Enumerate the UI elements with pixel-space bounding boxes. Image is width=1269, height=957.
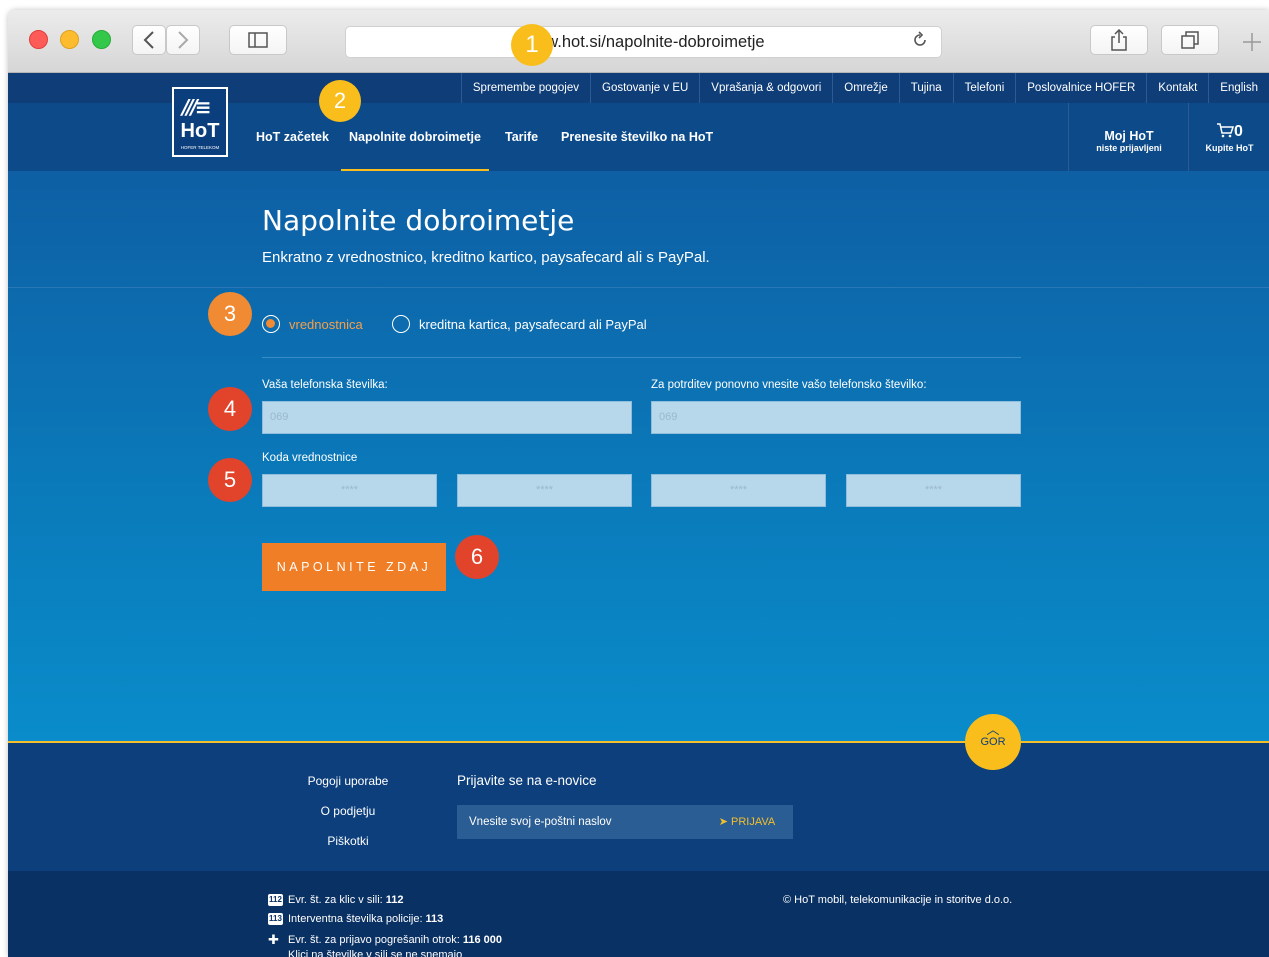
footer-link-about[interactable]: O podjetju [298,804,398,818]
send-icon: ➤ [718,816,732,828]
utility-link-english[interactable]: English [1208,73,1269,103]
utility-link[interactable]: Gostovanje v EU [590,73,699,103]
radio-unselected-icon [392,315,410,333]
tabs-button[interactable] [1161,25,1219,55]
utility-link[interactable]: Telefoni [952,73,1016,103]
footer-bottom: 112 Evr. št. za klic v sili: 112 113 Inte… [8,871,1269,957]
cart-button[interactable]: 0 Kupite HoT [1188,103,1269,171]
sidebar-icon [248,32,268,48]
newsletter-email-input[interactable]: Vnesite svoj e-poštni naslov [457,805,701,839]
chevron-right-icon [178,31,189,49]
utility-link[interactable]: Spremembe pogojev [460,73,590,103]
newsletter-button-label: PRIJAVA [731,816,776,828]
radio-voucher[interactable]: vrednostnica [262,313,363,335]
newsletter-title: Prijavite se na e-novice [457,773,597,788]
minimize-window-button[interactable] [60,30,79,49]
footer-links-section: Pogoji uporabe O podjetju Piškotki Prija… [8,741,1269,871]
footer-link-cookies[interactable]: Piškotki [298,834,398,848]
missing-children-line: ✚ Evr. št. za prijavo pogrešanih otrok: 1… [268,932,502,948]
phone-label: Vaša telefonska številka: [262,379,388,391]
browser-window: www.hot.si/napolnite-dobroimetje Spremem… [8,10,1269,957]
main-content: Napolnite dobroimetje Enkratno z vrednos… [8,171,1269,741]
utility-link[interactable]: Omrežje [832,73,898,103]
utility-link[interactable]: Poslovalnice HOFER [1015,73,1146,103]
cart-icon: 0 [1189,123,1269,141]
police-113-icon: 113 [268,913,283,925]
zoom-window-button[interactable] [92,30,111,49]
reload-icon[interactable] [911,31,929,54]
voucher-code-input-1[interactable]: **** [262,474,437,507]
sidebar-button[interactable] [229,25,287,55]
back-button[interactable] [132,25,166,55]
cart-count: 0 [1234,123,1243,140]
radio-selected-icon [262,315,280,333]
plus-icon[interactable] [1241,30,1269,70]
utility-link[interactable]: Vprašanja & odgovori [699,73,832,103]
emergency-line: 112 Evr. št. za klic v sili: 112 [268,894,404,906]
utility-link[interactable]: Tujina [898,73,953,103]
puzzle-icon: ✚ [268,932,279,947]
nav-item-port-number[interactable]: Prenesite številko na HoT [561,103,713,171]
voucher-code-label: Koda vrednostnice [262,452,358,464]
page-subtitle: Enkratno z vrednostnico, kreditno kartic… [262,249,710,266]
tabs-icon [1181,31,1199,49]
radio-voucher-label: vrednostnica [289,316,363,332]
annotation-badge: 3 [208,292,252,336]
utility-links: Spremembe pogojev Gostovanje v EU Vpraša… [460,73,1269,103]
footer-link-terms[interactable]: Pogoji uporabe [298,774,398,788]
logo-text: HoT [180,120,220,142]
confirm-phone-input[interactable]: 069 [651,401,1021,434]
divider [262,357,1021,358]
close-window-button[interactable] [29,30,48,49]
top-up-submit-button[interactable]: NAPOLNITE ZDAJ [262,543,446,591]
utility-link[interactable]: Kontakt [1146,73,1208,103]
forward-button[interactable] [166,25,200,55]
share-button[interactable] [1090,25,1148,55]
police-text: Interventna številka policije: [288,913,423,925]
chevron-up-icon: ︿ [986,722,1000,737]
phone-input[interactable]: 069 [262,401,632,434]
police-number: 113 [425,913,444,925]
newsletter-subscribe-button[interactable]: ➤ PRIJAVA [701,805,793,839]
voucher-code-input-3[interactable]: **** [651,474,826,507]
voucher-code-input-2[interactable]: **** [457,474,632,507]
logo-subtitle: HOFER TELEKOM [180,145,220,150]
share-icon [1111,29,1127,51]
emergency-note: Klici na številke v sili se ne snemajo [288,949,463,957]
missing-children-number: 116 000 [462,934,502,946]
hot-logo[interactable]: ///≡ HoT HOFER TELEKOM [172,87,228,157]
radio-card-label: kreditna kartica, paysafecard ali PayPal [419,316,647,332]
emergency-text: Evr. št. za klic v sili: [288,894,383,906]
annotation-badge: 4 [208,387,252,431]
emergency-number: 112 [385,894,404,906]
annotation-badge: 2 [319,80,361,122]
page-title: Napolnite dobroimetje [262,204,575,237]
emergency-112-icon: 112 [268,894,283,906]
back-to-top-label: GOR [980,736,1006,748]
annotation-badge: 5 [208,458,252,502]
divider [8,287,1269,288]
nav-item-tariffs[interactable]: Tarife [505,103,538,171]
copyright: © HoT mobil, telekomunikacije in storitv… [783,894,1013,906]
logo-stripes-icon: ///≡ [182,95,212,119]
account-title: Moj HoT [1104,129,1154,143]
missing-children-text: Evr. št. za prijavo pogrešanih otrok: [288,934,460,946]
cart-label: Kupite HoT [1205,143,1254,153]
back-to-top-button[interactable]: ︿ GOR [965,714,1021,770]
browser-toolbar: www.hot.si/napolnite-dobroimetje [8,10,1269,73]
nav-item-home[interactable]: HoT začetek [256,103,329,171]
url-text: www.hot.si/napolnite-dobroimetje [522,33,765,51]
account-button[interactable]: Moj HoT niste prijavljeni [1068,103,1189,171]
annotation-badge: 1 [511,24,553,66]
account-status: niste prijavljeni [1096,143,1162,153]
police-line: 113 Interventna številka policije: 113 [268,913,443,925]
nav-item-top-up[interactable]: Napolnite dobroimetje [341,103,489,171]
radio-card-paypal[interactable]: kreditna kartica, paysafecard ali PayPal [392,313,647,335]
voucher-code-input-4[interactable]: **** [846,474,1021,507]
confirm-phone-label: Za potrditev ponovno vnesite vašo telefo… [651,379,927,391]
chevron-left-icon [143,31,154,49]
annotation-badge: 6 [455,535,499,579]
address-bar[interactable]: www.hot.si/napolnite-dobroimetje [345,26,942,58]
